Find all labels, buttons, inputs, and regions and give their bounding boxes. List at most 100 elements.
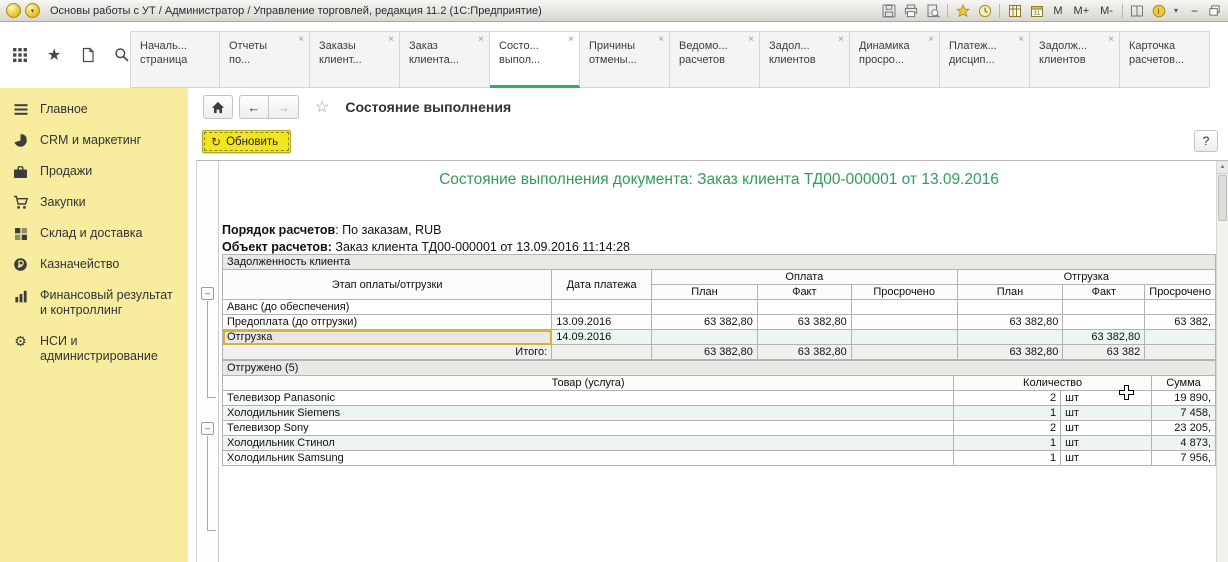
close-icon[interactable]: × [748, 35, 754, 45]
sidebar-item-purchases[interactable]: Закупки [0, 187, 188, 218]
column-header: План [957, 285, 1063, 300]
tab-payment-discipline[interactable]: ×Платеж...дисцип... [940, 31, 1030, 88]
overdue-amount[interactable]: 63 382, [1145, 315, 1216, 330]
pie-chart-icon [12, 133, 29, 148]
menu-bars-icon [12, 102, 29, 117]
close-icon[interactable]: × [838, 35, 844, 45]
tab-execution-status[interactable]: ×Состо...выпол... [490, 31, 580, 88]
caret-down-icon[interactable]: ▾ [1174, 6, 1178, 15]
table-row[interactable]: Телевизор Sony 2 шт 23 205, [223, 421, 1216, 436]
selected-cell[interactable]: Отгрузка [223, 330, 552, 345]
apps-grid-icon[interactable] [12, 46, 29, 64]
grouping-gutter: – – [197, 161, 219, 562]
help-button[interactable]: ? [1194, 130, 1218, 152]
system-menu-button[interactable] [6, 3, 21, 18]
sidebar-item-master-data-admin[interactable]: ⚙ НСИ и администрирование [0, 326, 188, 372]
favorites-icon[interactable] [955, 3, 970, 18]
column-header: Факт [757, 285, 851, 300]
table-total-row[interactable]: Итого: 63 382,80 63 382,80 63 382,80 63 … [223, 345, 1216, 360]
svg-text:31: 31 [1033, 11, 1040, 17]
column-header: Факт [1063, 285, 1145, 300]
column-header: Этап оплаты/отгрузки [223, 270, 552, 300]
m-plus-button[interactable]: M+ [1072, 5, 1092, 17]
minimize-button[interactable]: − [1191, 6, 1198, 16]
tab-strip: ★ Началь...страница ×Отчетыпо... ×Заказы… [0, 22, 1228, 88]
tab-client-debt-2[interactable]: ×Задолж...клиентов [1030, 31, 1120, 88]
form-navigation: ← → ☆ Состояние выполнения [188, 88, 1228, 126]
tab-settlement-card[interactable]: Карточкарасчетов... [1120, 31, 1210, 88]
scrollbar-thumb[interactable] [1218, 175, 1227, 221]
table-row[interactable]: Холодильник Siemens 1 шт 7 458, [223, 406, 1216, 421]
collapse-group-button[interactable]: – [201, 287, 214, 300]
scroll-up-arrow[interactable]: ▲ [1217, 161, 1228, 174]
quick-toolbar: ★ [0, 22, 130, 88]
table-row[interactable]: Холодильник Samsung 1 шт 7 956, [223, 451, 1216, 466]
table-row[interactable]: Аванс (до обеспечения) [223, 300, 1216, 315]
sidebar-item-treasury[interactable]: Казначейство [0, 249, 188, 280]
close-icon[interactable]: × [1108, 35, 1114, 45]
svg-text:i: i [1158, 7, 1160, 16]
table-row[interactable]: Предоплата (до отгрузки) 13.09.2016 63 3… [223, 315, 1216, 330]
quick-access-button[interactable]: ▾ [25, 3, 40, 18]
close-icon[interactable]: × [298, 35, 304, 45]
tab-settlement-sheet[interactable]: ×Ведомо...расчетов [670, 31, 760, 88]
forward-button[interactable]: → [269, 95, 299, 119]
calendar-icon[interactable]: 31 [1029, 3, 1044, 18]
column-group-header: Отгрузка [957, 270, 1215, 285]
page-title: Состояние выполнения [345, 99, 511, 115]
table-row[interactable]: Телевизор Panasonic 2 шт 19 890, [223, 391, 1216, 406]
sidebar-item-sales[interactable]: Продажи [0, 156, 188, 187]
info-icon[interactable]: i [1152, 3, 1167, 18]
collapse-group-button[interactable]: – [201, 422, 214, 435]
home-button[interactable] [203, 95, 233, 119]
search-icon[interactable] [113, 46, 130, 64]
print-preview-icon[interactable] [925, 3, 940, 18]
tab-customer-order[interactable]: ×Заказклиента... [400, 31, 490, 88]
close-icon[interactable]: × [658, 35, 664, 45]
tab-cancel-reasons[interactable]: ×Причиныотмены... [580, 31, 670, 88]
back-button[interactable]: ← [239, 95, 269, 119]
vertical-scrollbar[interactable]: ▲ [1216, 161, 1228, 562]
sidebar-item-main[interactable]: Главное [0, 94, 188, 125]
history-scroll-icon[interactable] [80, 46, 97, 64]
group-line [207, 436, 208, 530]
form-toolbar: ↻ Обновить ? [188, 126, 1228, 160]
close-icon[interactable]: × [388, 35, 394, 45]
table-band-title: Задолженность клиента [223, 255, 1216, 270]
payment-order-line: Порядок расчетов: По заказам, RUB [222, 223, 1216, 237]
favorite-star-icon[interactable]: ☆ [315, 97, 329, 117]
print-icon[interactable] [903, 3, 918, 18]
tab-reports[interactable]: ×Отчетыпо... [220, 31, 310, 88]
tab-customer-orders[interactable]: ×Заказыклиент... [310, 31, 400, 88]
window-title: Основы работы с УТ / Администратор / Упр… [50, 5, 542, 17]
table-row-selected[interactable]: Отгрузка 14.09.2016 63 382,80 [223, 330, 1216, 345]
m-button[interactable]: M [1051, 5, 1064, 17]
close-icon[interactable]: × [1018, 35, 1024, 45]
table-row[interactable]: Холодильник Стинол 1 шт 4 873, [223, 436, 1216, 451]
calculator-icon[interactable] [1007, 3, 1022, 18]
column-header: Количество [954, 376, 1152, 391]
sidebar-item-financial-result[interactable]: Финансовый результат и контроллинг [0, 280, 188, 326]
caret-down-icon: ▾ [31, 7, 35, 15]
m-minus-button[interactable]: M- [1098, 5, 1115, 17]
split-window-icon[interactable] [1130, 3, 1145, 18]
tab-start-page[interactable]: Началь...страница [130, 31, 220, 88]
column-header: План [652, 285, 758, 300]
report-area: – – Состояние выполнения документа: Зака… [196, 160, 1228, 562]
refresh-icon: ↻ [211, 135, 221, 149]
close-icon[interactable]: × [478, 35, 484, 45]
close-icon[interactable]: × [928, 35, 934, 45]
sidebar-item-crm-marketing[interactable]: CRM и маркетинг [0, 125, 188, 156]
refresh-button[interactable]: ↻ Обновить [202, 130, 291, 153]
save-icon[interactable] [881, 3, 896, 18]
history-icon[interactable] [977, 3, 992, 18]
table-band-title: Отгружено (5) [223, 361, 1216, 376]
application-window: ▾ Основы работы с УТ / Администратор / У… [0, 0, 1228, 562]
tab-overdue-dynamics[interactable]: ×Динамикапросро... [850, 31, 940, 88]
tab-client-debt[interactable]: ×Задол...клиентов [760, 31, 850, 88]
favorites-star-icon[interactable]: ★ [46, 46, 63, 64]
restore-window-button[interactable] [1207, 3, 1222, 18]
titlebar: ▾ Основы работы с УТ / Администратор / У… [0, 0, 1228, 22]
sidebar-item-warehouse[interactable]: Склад и доставка [0, 218, 188, 249]
close-icon[interactable]: × [568, 35, 574, 45]
